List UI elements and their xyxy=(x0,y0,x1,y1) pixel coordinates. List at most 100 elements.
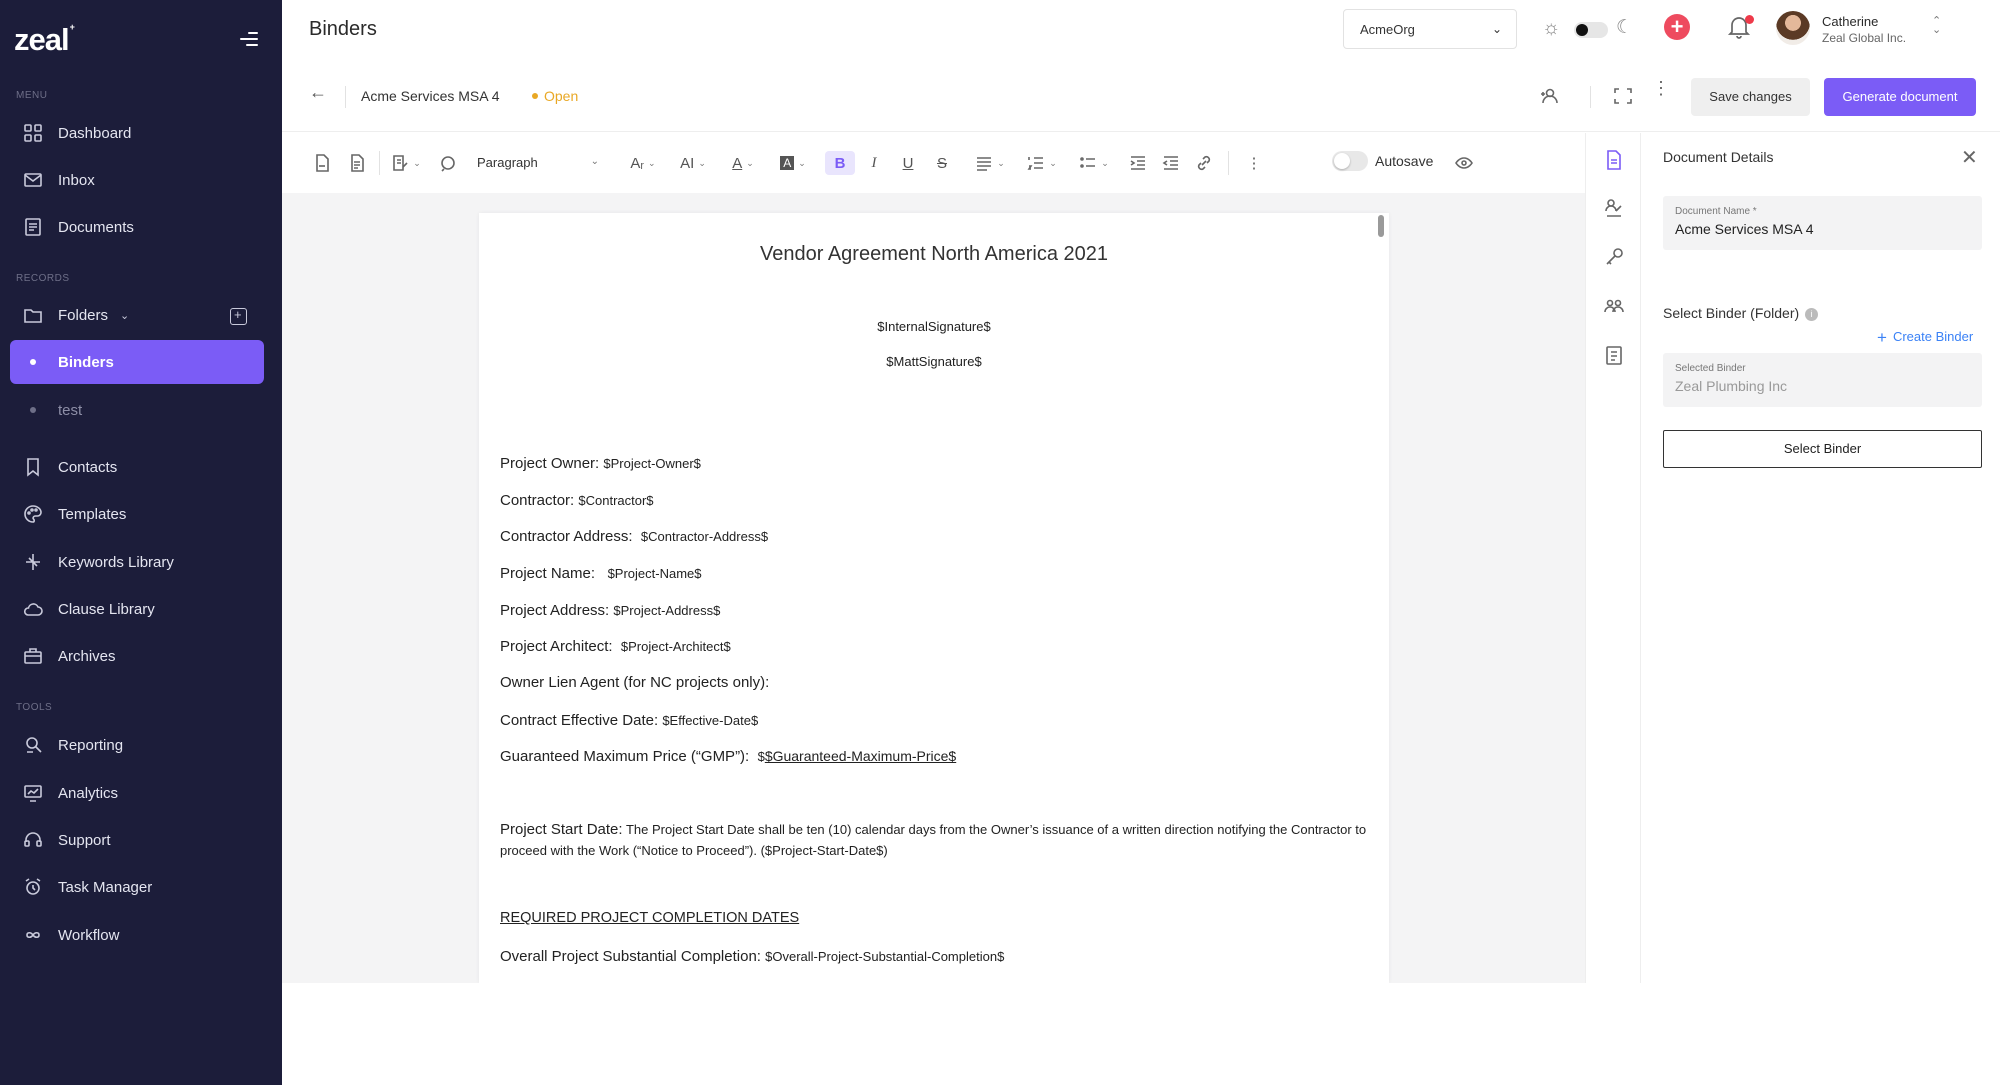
outdent-icon[interactable] xyxy=(1161,151,1181,175)
underline-button[interactable]: U xyxy=(898,151,918,175)
italic-button[interactable]: I xyxy=(864,151,884,175)
org-select[interactable]: AcmeOrg ⌄ xyxy=(1343,9,1517,49)
empty-area xyxy=(282,983,2000,1085)
sidebar-item-contacts[interactable]: Contacts xyxy=(10,445,264,489)
create-binder-link[interactable]: + Create Binder xyxy=(1877,328,1973,348)
sidebar-item-clause-library[interactable]: Clause Library xyxy=(10,587,264,631)
sidebar-item-archives[interactable]: Archives xyxy=(10,634,264,678)
export-doc-icon[interactable] xyxy=(347,151,367,175)
strikethrough-button[interactable]: S xyxy=(932,151,952,175)
export-pdf-icon[interactable] xyxy=(312,151,332,175)
doc-field: Contract Effective Date: $Effective-Date… xyxy=(500,712,759,729)
inbox-icon xyxy=(23,170,43,190)
expand-icon[interactable]: ⌃ ⌄ xyxy=(1932,16,1941,36)
comment-icon[interactable] xyxy=(438,151,458,175)
align-icon[interactable]: ⌄ xyxy=(970,151,1010,175)
info-icon[interactable]: i xyxy=(1805,308,1819,321)
document-name-field[interactable]: Document Name * Acme Services MSA 4 xyxy=(1663,196,1982,250)
sidebar-item-analytics[interactable]: Analytics xyxy=(10,771,264,815)
indent-icon[interactable] xyxy=(1128,151,1148,175)
selected-binder-field[interactable]: Selected Binder Zeal Plumbing Inc xyxy=(1663,353,1982,407)
save-changes-button[interactable]: Save changes xyxy=(1691,78,1810,116)
document-page[interactable]: Vendor Agreement North America 2021 $Int… xyxy=(479,213,1389,983)
palette-icon xyxy=(23,504,43,524)
sidebar-item-workflow[interactable]: Workflow xyxy=(10,913,264,957)
signature-placeholder: $InternalSignature$ xyxy=(877,319,991,334)
theme-toggle[interactable]: ☼ ☾ xyxy=(1542,15,1633,41)
field-label: Selected Binder xyxy=(1675,363,1746,374)
page-title: Binders xyxy=(309,18,377,40)
zeal-logo[interactable]: zeal+ xyxy=(14,22,75,58)
sidebar-item-task-manager[interactable]: Task Manager xyxy=(10,865,264,909)
select-binder-label: Select Binder (Folder) i xyxy=(1663,305,1819,321)
doc-field: Project Architect: $Project-Architect$ xyxy=(500,638,731,655)
sidebar-item-dashboard[interactable]: Dashboard xyxy=(10,111,264,155)
select-binder-button[interactable]: Select Binder xyxy=(1663,430,1982,468)
sidebar-item-documents[interactable]: Documents xyxy=(10,205,264,249)
sidebar-item-label: Support xyxy=(58,831,111,849)
divider xyxy=(345,86,346,108)
doc-field: Contractor: $Contractor$ xyxy=(500,492,654,509)
document-details-icon[interactable] xyxy=(1603,149,1625,171)
doc-field: Guaranteed Maximum Price (“GMP”): $$Guar… xyxy=(500,748,957,765)
signature-icon[interactable] xyxy=(1603,197,1625,219)
sidebar-item-reporting[interactable]: Reporting xyxy=(10,723,264,767)
theme-switch[interactable] xyxy=(1574,22,1608,38)
back-arrow-icon[interactable]: ← xyxy=(309,82,327,103)
highlight-color-icon[interactable]: A ⌄ xyxy=(773,151,813,175)
documents-icon xyxy=(23,217,43,237)
sidebar-item-label: test xyxy=(58,401,83,419)
add-collaborator-icon[interactable] xyxy=(1539,86,1561,106)
quick-add-icon[interactable]: + xyxy=(1664,14,1690,40)
fullscreen-icon[interactable] xyxy=(1612,86,1634,106)
close-icon[interactable]: ✕ xyxy=(1961,145,1978,170)
sidebar-item-inbox[interactable]: Inbox xyxy=(10,158,264,202)
chevron-down-icon[interactable]: ⌄ xyxy=(120,309,129,322)
sidebar-item-label: Templates xyxy=(58,505,127,523)
font-size-icon[interactable]: AI ⌄ xyxy=(673,151,713,175)
font-color-icon[interactable]: A ⌄ xyxy=(723,151,763,175)
autosave-label: Autosave xyxy=(1375,153,1434,169)
insert-field-icon[interactable]: ⌄ xyxy=(386,151,426,175)
menu-toggle-icon[interactable] xyxy=(240,32,258,46)
generate-document-button[interactable]: Generate document xyxy=(1824,78,1976,116)
font-family-icon[interactable]: Aᵣ ⌄ xyxy=(623,151,663,175)
field-value: Zeal Plumbing Inc xyxy=(1675,378,1788,394)
alarm-icon xyxy=(23,877,43,897)
paragraph-style-select[interactable]: Paragraph ⌄ xyxy=(477,151,607,175)
sidebar-item-test[interactable]: test xyxy=(10,388,264,432)
sidebar-item-templates[interactable]: Templates xyxy=(10,492,264,536)
key-icon[interactable] xyxy=(1603,246,1625,268)
sidebar-item-label: Dashboard xyxy=(58,124,132,142)
divider xyxy=(379,151,380,175)
sidebar-item-label: Task Manager xyxy=(58,878,153,896)
chevron-down-icon: ⌄ xyxy=(590,156,599,167)
avatar[interactable] xyxy=(1776,11,1810,45)
section-label-records: RECORDS xyxy=(16,273,70,284)
scrollbar[interactable] xyxy=(1378,215,1384,237)
sidebar-item-binders[interactable]: Binders xyxy=(10,340,264,384)
team-icon[interactable] xyxy=(1603,295,1625,317)
plus-icon: + xyxy=(1877,328,1887,347)
autosave-toggle[interactable] xyxy=(1332,151,1368,171)
sun-icon: ☼ xyxy=(1542,17,1561,39)
sidebar-item-label: Contacts xyxy=(58,458,118,476)
more-options-icon[interactable]: ⋮ xyxy=(1652,79,1670,97)
document-header: ← Acme Services MSA 4 Open ⋮ Save change… xyxy=(282,60,2000,132)
eye-icon[interactable] xyxy=(1453,151,1475,175)
numbered-list-icon[interactable]: ⌄ xyxy=(1022,151,1062,175)
clipboard-icon[interactable] xyxy=(1603,344,1625,366)
doc-field: Owner Lien Agent (for NC projects only): xyxy=(500,674,770,691)
bold-button[interactable]: B xyxy=(825,151,855,175)
sidebar-item-keywords-library[interactable]: Keywords Library xyxy=(10,540,264,584)
archive-icon xyxy=(23,646,43,666)
more-tools-icon[interactable]: ⋮ xyxy=(1244,151,1264,175)
sidebar-item-folders[interactable]: Folders ⌄ xyxy=(10,293,264,337)
add-folder-icon[interactable] xyxy=(230,307,247,325)
link-icon[interactable] xyxy=(1194,151,1214,175)
sidebar-item-support[interactable]: Support xyxy=(10,818,264,862)
doc-field: Project Owner: $Project-Owner$ xyxy=(500,455,701,472)
bullet-list-icon[interactable]: ⌄ xyxy=(1074,151,1114,175)
signature-placeholder: $MattSignature$ xyxy=(886,354,982,369)
doc-field: Project Name: $Project-Name$ xyxy=(500,565,702,582)
